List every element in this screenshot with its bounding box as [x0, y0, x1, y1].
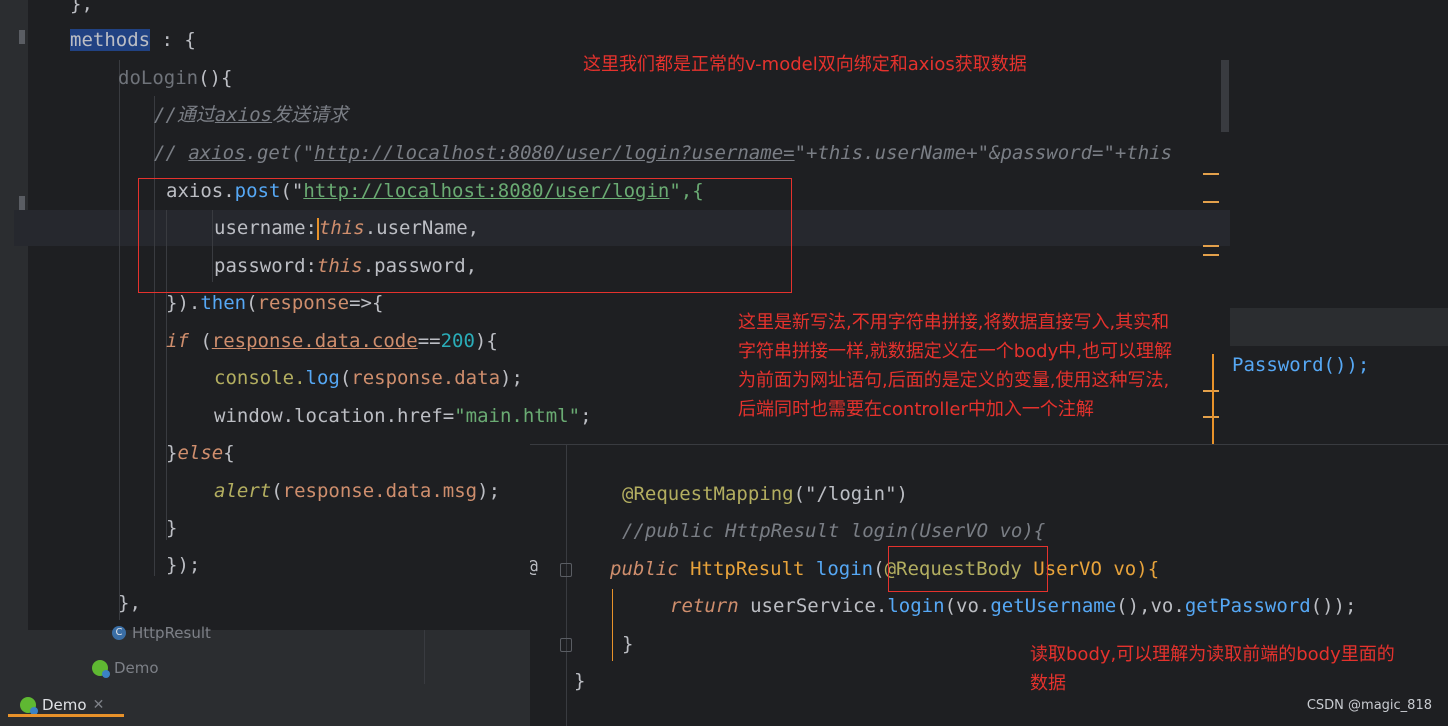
spring-boot-icon [92, 660, 110, 678]
code-line-comment1: //通过axios发送请求 [154, 104, 349, 126]
code-line-brace: } [574, 670, 586, 692]
gutter-fold-marker[interactable] [19, 196, 25, 210]
code-line-brace: }); [166, 554, 201, 576]
code-line-brace: }, [118, 592, 141, 614]
code-line-1: }, [70, 0, 93, 15]
code-line-brace: } [166, 517, 178, 539]
run-tool-window-tabs: Demo ✕ [0, 684, 530, 726]
gutter-fold-icon[interactable] [560, 563, 572, 577]
scrollbar-highlight [1212, 354, 1214, 446]
code-line-brace: } [622, 633, 634, 655]
scroll-mark [1203, 173, 1219, 175]
annotation-note-new-syntax: 这里是新写法,不用字符串拼接,将数据直接写入,其实和 字符串拼接一样,就数据定义… [738, 312, 1172, 420]
scroll-mark [1203, 254, 1219, 256]
divider [424, 630, 425, 684]
gutter-fold-icon[interactable] [560, 638, 572, 652]
code-line-if: if (response.data.code==200){ [166, 330, 498, 352]
tree-item-demo[interactable]: Demo [92, 659, 159, 678]
spring-boot-icon [20, 697, 38, 715]
code-line-login-method: public HttpResult login(@RequestBody Use… [610, 558, 1160, 580]
code-line-methods: methods : { [70, 29, 196, 51]
indent-guide [119, 60, 120, 620]
code-line-console-log: console.log(response.data); [214, 367, 523, 389]
at-icon: @ [530, 556, 538, 577]
vertical-scrollbar-thumb[interactable] [1221, 60, 1229, 132]
code-line-comment2: // axios.get("http://localhost:8080/user… [154, 142, 1173, 164]
code-line-alert: alert(response.data.msg); [214, 480, 501, 502]
right-editor-code-line: Password()); [1232, 354, 1370, 376]
scroll-mark [1203, 245, 1219, 247]
code-line-else: }else{ [166, 442, 235, 464]
code-line-dologin: doLogin(){ [118, 67, 233, 89]
watermark: CSDN @magic_818 [1306, 698, 1432, 713]
annotation-note-vmodel: 这里我们都是正常的v-model双向绑定和axios获取数据 [583, 54, 1027, 75]
code-line-comment: //public HttpResult login(UserVO vo){ [622, 520, 1046, 542]
annotation-note-read-body: 读取body,可以理解为读取前端的body里面的 数据 [1030, 644, 1395, 694]
tree-item-httpresult[interactable]: C HttpResult [112, 624, 211, 642]
scroll-mark [1203, 416, 1219, 418]
active-tab-indicator [8, 714, 124, 717]
gutter-fold-marker[interactable] [19, 30, 25, 44]
methods-keyword: methods [70, 29, 151, 51]
right-editor-header-strip [1230, 308, 1448, 346]
editor-gutter [14, 0, 28, 630]
class-icon: C [112, 626, 126, 640]
close-icon[interactable]: ✕ [93, 697, 105, 713]
indent-guide [566, 445, 567, 726]
annotation-box-axios-post [138, 178, 792, 293]
code-line-request-mapping: @RequestMapping("/login") [622, 483, 908, 505]
scroll-mark [1203, 390, 1219, 392]
code-line-window-location: window.location.href="main.html"; [214, 405, 592, 427]
annotation-box-requestbody [888, 546, 1048, 592]
scroll-mark [1203, 201, 1219, 203]
scope-line [612, 589, 613, 661]
code-line-return: return userService.login(vo.getUsername(… [670, 595, 1357, 617]
popup-gutter [530, 445, 596, 726]
